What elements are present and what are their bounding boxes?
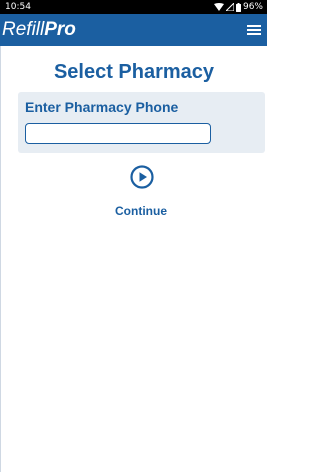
app-logo: RefillPro [2,19,76,41]
phone-form-panel: Enter Pharmacy Phone [18,92,265,153]
brand-name-bold: Pro [44,19,76,40]
pharmacy-phone-input[interactable] [25,123,211,144]
status-bar: 10:54 96% [0,0,267,14]
continue-button[interactable]: Continue [104,163,178,219]
status-icons: 96% [213,0,263,14]
page-title: Select Pharmacy [53,61,215,83]
battery-icon [235,2,241,12]
cellular-signal-icon [225,3,234,11]
continue-label: Continue [115,204,167,218]
app-bar: RefillPro [0,14,267,46]
battery-percentage: 96% [242,2,263,12]
wifi-icon [213,3,224,11]
brand-name-light: Refill [2,19,45,40]
main-content: Select Pharmacy Enter Pharmacy Phone Con… [0,46,267,472]
play-circle-icon [130,165,154,189]
phone-field-label: Enter Pharmacy Phone [25,99,179,115]
status-time: 10:54 [5,2,31,12]
hamburger-menu-icon[interactable] [247,23,261,37]
